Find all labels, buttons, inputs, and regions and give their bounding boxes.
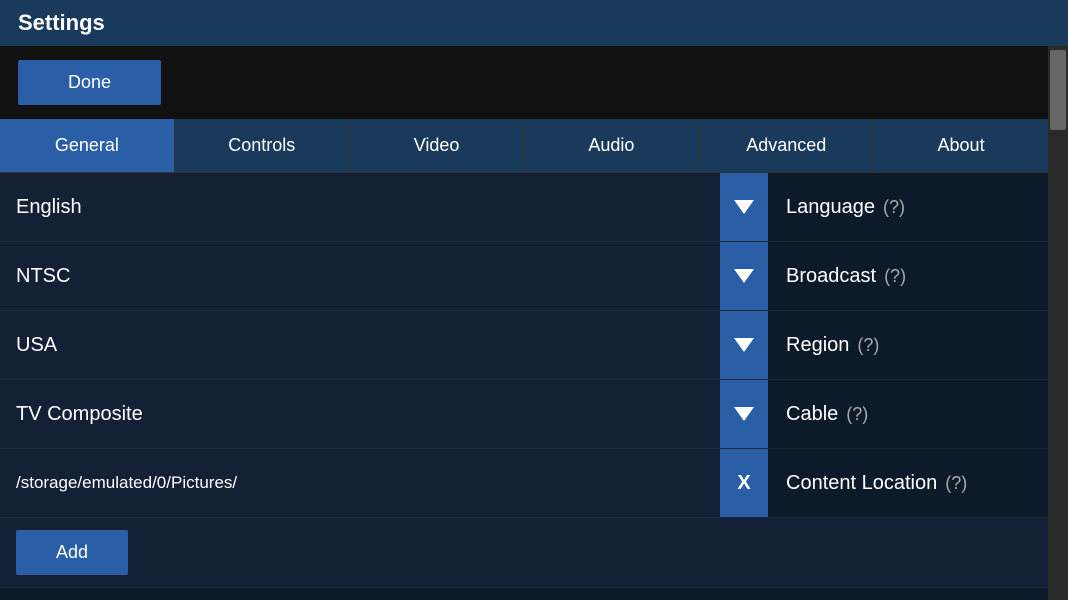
- setting-left: NTSC: [0, 242, 768, 310]
- help-icon[interactable]: (?): [945, 473, 967, 494]
- add-row: Add: [0, 518, 1048, 588]
- tab-audio[interactable]: Audio: [524, 119, 699, 172]
- chevron-down-icon: [734, 407, 754, 421]
- tab-advanced[interactable]: Advanced: [699, 119, 874, 172]
- setting-row-content-location: /storage/emulated/0/Pictures/XContent Lo…: [0, 449, 1048, 518]
- chevron-down-icon: [734, 338, 754, 352]
- help-icon[interactable]: (?): [857, 335, 879, 356]
- settings-list: English Language (?) NTSC Broadcast (?) USA Reg…: [0, 173, 1048, 600]
- setting-dropdown-btn-broadcast[interactable]: [720, 242, 768, 310]
- label-text: Broadcast: [786, 265, 876, 288]
- tab-controls[interactable]: Controls: [175, 119, 350, 172]
- chevron-down-icon: [734, 269, 754, 283]
- done-area: Done: [0, 46, 1048, 119]
- tab-video[interactable]: Video: [350, 119, 525, 172]
- label-text: Cable: [786, 403, 838, 426]
- tab-bar: GeneralControlsVideoAudioAdvancedAbout: [0, 119, 1048, 173]
- label-text: Content Location: [786, 472, 937, 495]
- setting-left: English: [0, 173, 768, 241]
- setting-dropdown-btn-region[interactable]: [720, 311, 768, 379]
- setting-value-cable: TV Composite: [0, 380, 720, 448]
- main-wrapper: Done GeneralControlsVideoAudioAdvancedAb…: [0, 46, 1068, 600]
- setting-left: USA: [0, 311, 768, 379]
- scrollbar[interactable]: [1048, 46, 1068, 600]
- setting-label-broadcast: Broadcast (?): [768, 265, 1048, 288]
- setting-label-language: Language (?): [768, 196, 1048, 219]
- chevron-down-icon: [734, 200, 754, 214]
- setting-left: TV Composite: [0, 380, 768, 448]
- setting-row-language: English Language (?): [0, 173, 1048, 242]
- setting-label-cable: Cable (?): [768, 403, 1048, 426]
- setting-value-region: USA: [0, 311, 720, 379]
- setting-dropdown-btn-language[interactable]: [720, 173, 768, 241]
- setting-value-broadcast: NTSC: [0, 242, 720, 310]
- tab-about[interactable]: About: [874, 119, 1048, 172]
- setting-value-content-location: /storage/emulated/0/Pictures/: [0, 449, 720, 517]
- setting-label-content-location: Content Location (?): [768, 472, 1048, 495]
- label-text: Language: [786, 196, 875, 219]
- done-button[interactable]: Done: [18, 60, 161, 105]
- content-area: Done GeneralControlsVideoAudioAdvancedAb…: [0, 46, 1048, 600]
- label-text: Region: [786, 334, 849, 357]
- setting-label-region: Region (?): [768, 334, 1048, 357]
- add-button[interactable]: Add: [16, 530, 128, 575]
- setting-x-btn-content-location[interactable]: X: [720, 449, 768, 517]
- setting-row-cable: TV Composite Cable (?): [0, 380, 1048, 449]
- setting-row-region: USA Region (?): [0, 311, 1048, 380]
- setting-dropdown-btn-cable[interactable]: [720, 380, 768, 448]
- setting-value-language: English: [0, 173, 720, 241]
- help-icon[interactable]: (?): [883, 197, 905, 218]
- setting-left: /storage/emulated/0/Pictures/X: [0, 449, 768, 517]
- title-bar: Settings: [0, 0, 1068, 46]
- scroll-thumb[interactable]: [1050, 50, 1066, 130]
- help-icon[interactable]: (?): [884, 266, 906, 287]
- tab-general[interactable]: General: [0, 119, 175, 172]
- setting-row-broadcast: NTSC Broadcast (?): [0, 242, 1048, 311]
- settings-title: Settings: [18, 10, 105, 35]
- help-icon[interactable]: (?): [846, 404, 868, 425]
